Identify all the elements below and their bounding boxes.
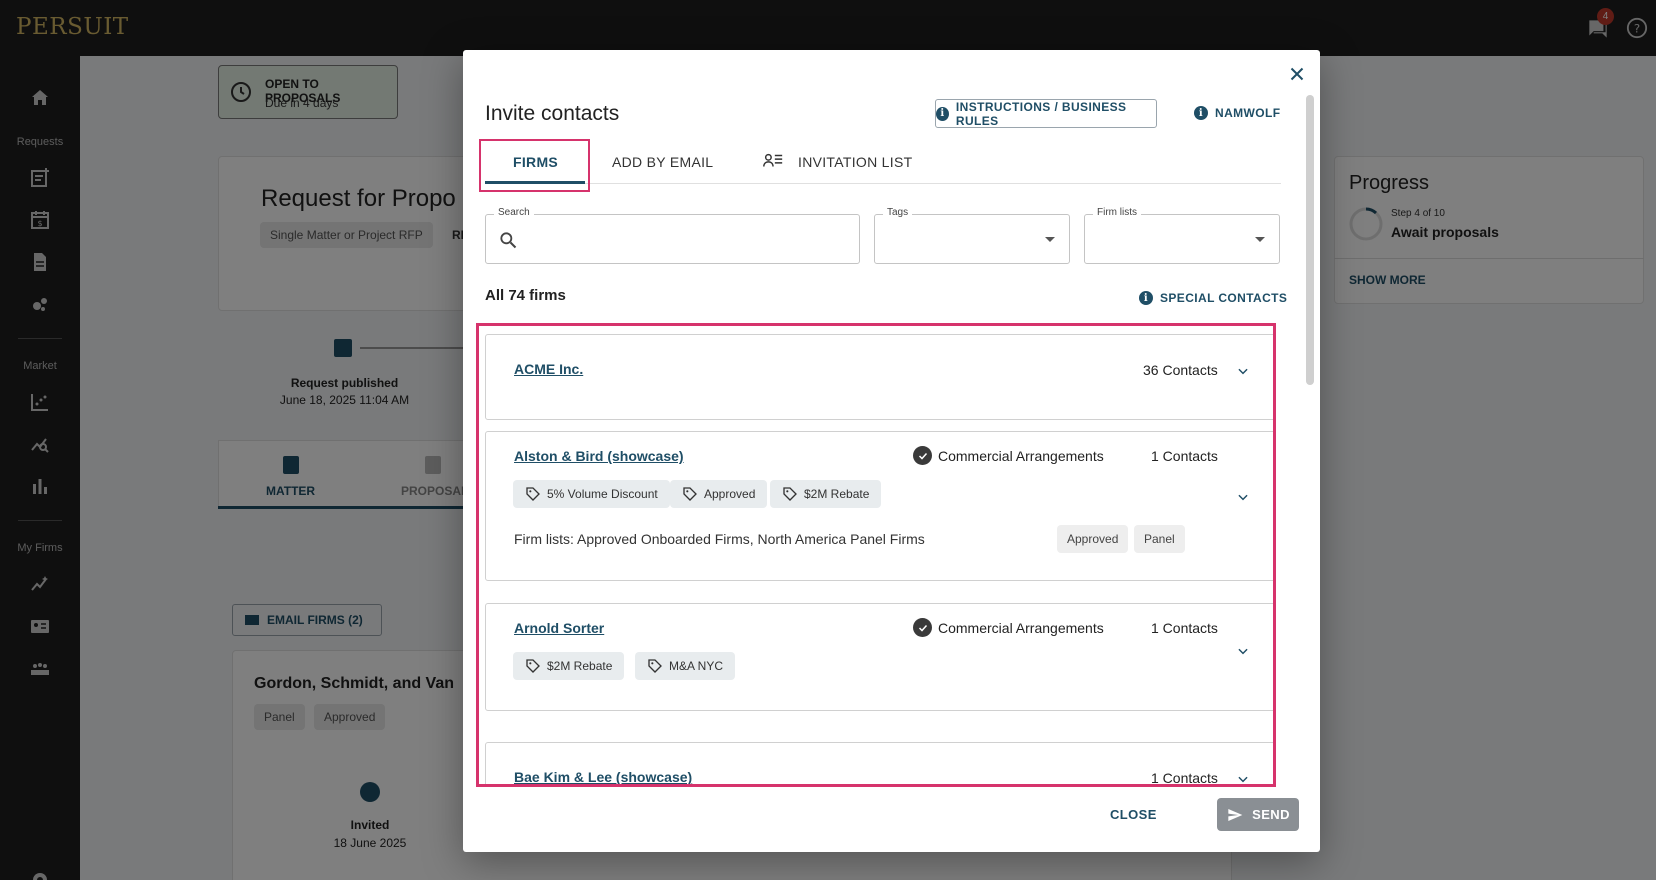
contact-list-icon <box>763 153 783 167</box>
info-icon: i <box>936 106 949 121</box>
all-firms-count: All 74 firms <box>485 287 566 304</box>
tab-invitation-list[interactable]: INVITATION LIST <box>798 154 912 170</box>
firm-lists-select[interactable]: Firm lists <box>1084 207 1280 264</box>
tag-label: M&A NYC <box>669 659 724 673</box>
close-icon[interactable] <box>1286 63 1308 85</box>
check-circle-icon <box>913 446 932 465</box>
tag-icon <box>783 487 797 501</box>
contacts-count: 36 Contacts <box>1143 362 1218 378</box>
tag-label: Approved <box>704 487 756 501</box>
chevron-down-icon[interactable] <box>1236 772 1250 784</box>
firm-list-chip: Approved <box>1057 525 1129 553</box>
firm-list: ACME Inc. 36 Contacts Alston & Bird (sho… <box>479 326 1273 784</box>
firm-card-alston-bird[interactable]: Alston & Bird (showcase) Commercial Arra… <box>485 431 1273 581</box>
commercial-label: Commercial Arrangements <box>938 619 1104 636</box>
info-icon: i <box>1139 291 1153 305</box>
close-button[interactable]: CLOSE <box>1110 807 1157 822</box>
tabs-divider <box>485 183 1281 184</box>
contacts-count: 1 Contacts <box>1151 620 1218 636</box>
search-icon <box>500 232 517 249</box>
tag-icon <box>683 487 697 501</box>
special-contacts-button[interactable]: i SPECIAL CONTACTS <box>1139 291 1287 305</box>
chevron-down-icon[interactable] <box>1236 490 1250 504</box>
commercial-arrangements: Commercial Arrangements <box>913 618 1104 637</box>
modal-title: Invite contacts <box>485 102 620 125</box>
active-tab-indicator <box>485 181 585 184</box>
firm-lists-text: Firm lists: Approved Onboarded Firms, No… <box>514 531 925 547</box>
commercial-arrangements: Commercial Arrangements <box>913 446 1104 465</box>
tab-add-by-email[interactable]: ADD BY EMAIL <box>612 154 713 170</box>
firm-list-chip: Panel <box>1134 525 1185 553</box>
dropdown-caret-icon <box>1045 237 1055 242</box>
firm-name[interactable]: ACME Inc. <box>514 361 583 377</box>
firm-name[interactable]: Arnold Sorter <box>514 620 604 636</box>
chevron-down-icon[interactable] <box>1236 364 1250 378</box>
modal-scrollbar[interactable] <box>1306 95 1314 385</box>
invite-contacts-modal: Invite contacts i INSTRUCTIONS / BUSINES… <box>463 50 1320 852</box>
dropdown-caret-icon <box>1255 237 1265 242</box>
tag-icon <box>526 659 540 673</box>
tag-icon <box>526 487 540 501</box>
tags-label: Tags <box>883 207 913 218</box>
instructions-label: INSTRUCTIONS / BUSINESS RULES <box>955 99 1127 128</box>
tag-chip: $2M Rebate <box>770 480 882 508</box>
send-icon <box>1228 808 1243 821</box>
commercial-label: Commercial Arrangements <box>938 447 1104 464</box>
tag-chip: M&A NYC <box>635 652 736 680</box>
contacts-count: 1 Contacts <box>1151 770 1218 784</box>
tag-chip: $2M Rebate <box>513 652 625 680</box>
tag-label: 5% Volume Discount <box>547 487 658 501</box>
tag-icon <box>648 659 662 673</box>
instructions-button[interactable]: i INSTRUCTIONS / BUSINESS RULES <box>935 99 1157 128</box>
send-label: SEND <box>1252 807 1290 822</box>
search-label: Search <box>494 207 534 218</box>
tab-firms[interactable]: FIRMS <box>513 154 558 170</box>
tag-chip: Approved <box>670 480 768 508</box>
tag-chip: 5% Volume Discount <box>513 480 670 508</box>
namwolf-label: NAMWOLF <box>1215 106 1281 120</box>
send-button[interactable]: SEND <box>1217 798 1299 831</box>
tag-label: $2M Rebate <box>804 487 870 501</box>
firm-lists-label: Firm lists <box>1093 207 1141 218</box>
check-circle-icon <box>913 618 932 637</box>
firm-name[interactable]: Bae Kim & Lee (showcase) <box>514 769 692 784</box>
firm-card-arnold-sorter[interactable]: Arnold Sorter Commercial Arrangements 1 … <box>485 603 1273 711</box>
namwolf-button[interactable]: i NAMWOLF <box>1194 106 1280 120</box>
chevron-down-icon[interactable] <box>1236 644 1250 658</box>
tags-select[interactable]: Tags <box>874 207 1070 264</box>
info-icon: i <box>1194 106 1208 120</box>
contacts-count: 1 Contacts <box>1151 448 1218 464</box>
search-field[interactable]: Search <box>485 207 860 264</box>
firm-card-acme[interactable]: ACME Inc. 36 Contacts <box>485 334 1273 420</box>
special-contacts-label: SPECIAL CONTACTS <box>1160 291 1288 305</box>
firm-card-bae-kim-lee[interactable]: Bae Kim & Lee (showcase) 1 Contacts <box>485 742 1273 784</box>
tag-label: $2M Rebate <box>547 659 613 673</box>
search-input[interactable] <box>526 227 836 251</box>
firm-name[interactable]: Alston & Bird (showcase) <box>514 448 684 464</box>
